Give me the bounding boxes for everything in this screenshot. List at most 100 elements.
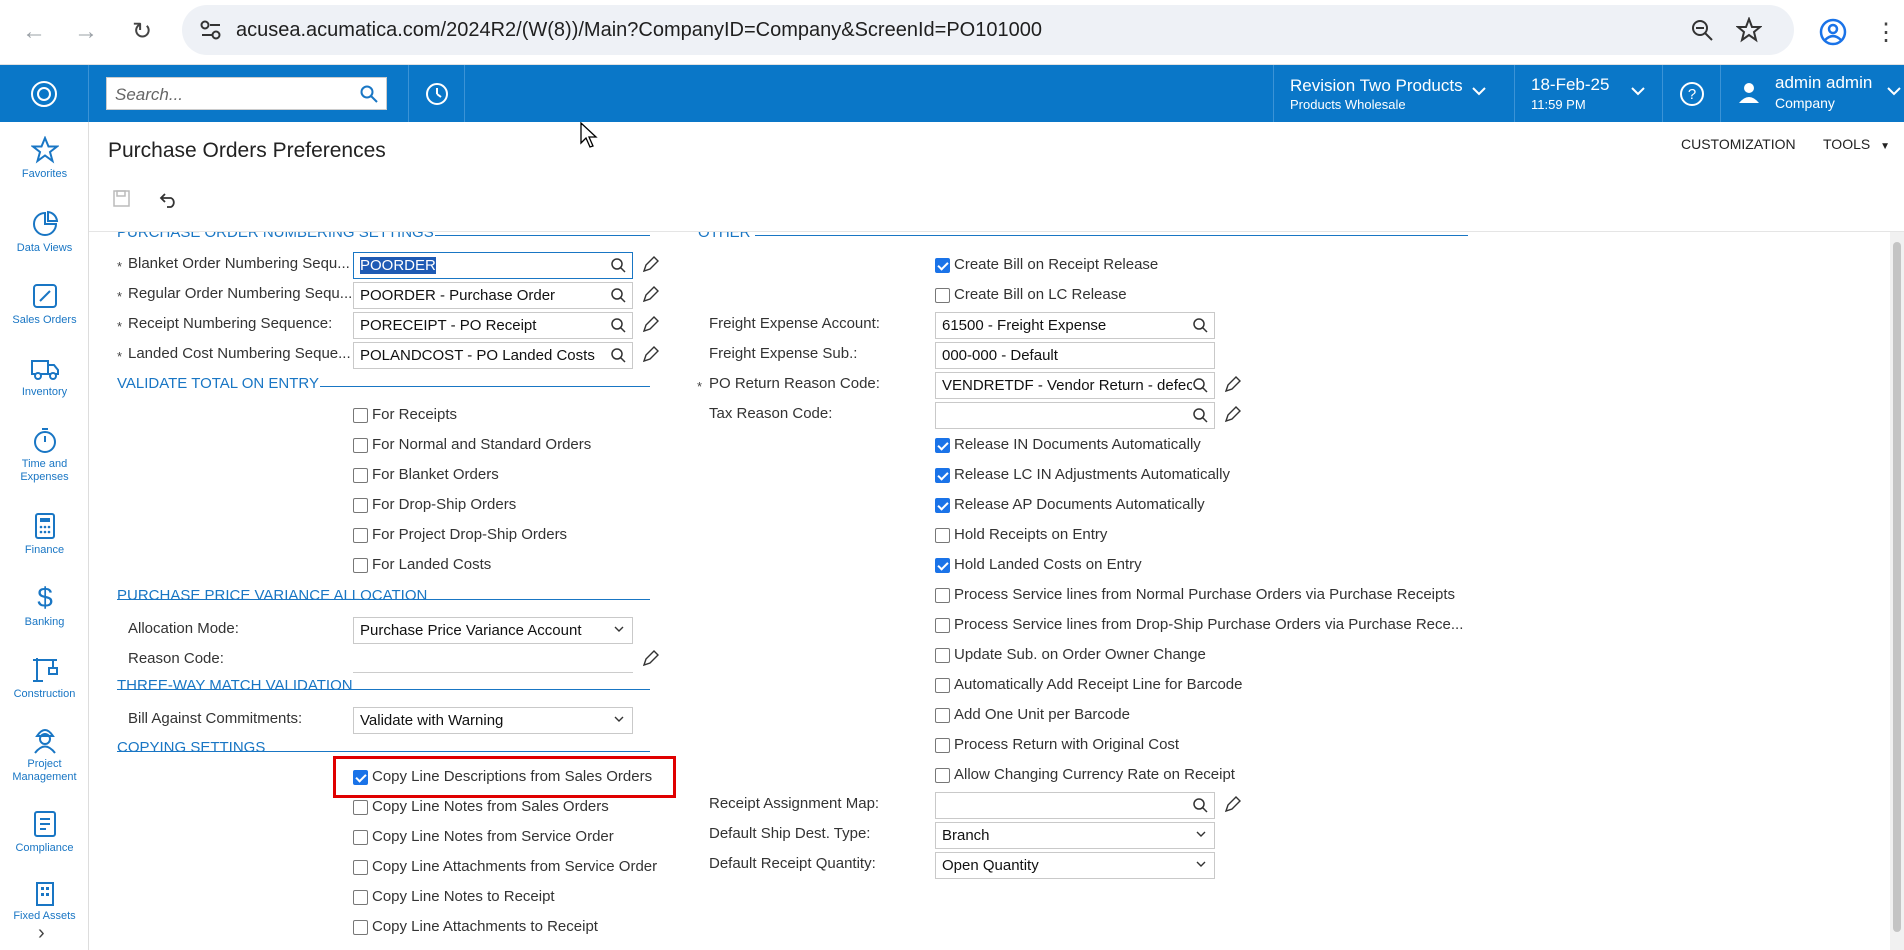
pencil-icon[interactable] (641, 316, 659, 334)
tools-menu[interactable]: TOOLS ▼ (1823, 136, 1890, 152)
pencil-icon[interactable] (641, 346, 659, 364)
nav-finance[interactable]: Finance (0, 512, 89, 557)
allocation-mode-select[interactable]: Purchase Price Variance Account (353, 617, 633, 644)
vertical-scrollbar[interactable] (1890, 232, 1904, 950)
caret-down-icon: ▼ (1880, 141, 1890, 152)
blanket-order-value: POORDER (360, 257, 436, 274)
nav-sales-orders[interactable]: Sales Orders (0, 282, 89, 327)
copy-line-notes-receipt-checkbox[interactable] (353, 890, 368, 905)
browser-menu-icon[interactable]: ⋮ (1874, 18, 1898, 47)
search-icon[interactable] (610, 257, 626, 273)
pencil-icon[interactable] (1223, 376, 1241, 394)
freight-account-field[interactable]: 61500 - Freight Expense (935, 312, 1215, 339)
back-arrow-icon[interactable]: ← (16, 14, 52, 50)
nav-banking[interactable]: $ Banking (0, 582, 89, 629)
release-ap-checkbox[interactable] (935, 498, 950, 513)
profile-icon[interactable] (1818, 17, 1848, 47)
truck-icon (30, 360, 59, 380)
copy-line-attach-service-checkbox[interactable] (353, 860, 368, 875)
tax-reason-field[interactable] (935, 402, 1215, 429)
freight-sub-field[interactable]: 000-000 - Default (935, 342, 1215, 369)
user-menu[interactable]: admin admin Company (1720, 65, 1904, 122)
copy-line-notes-service-checkbox[interactable] (353, 830, 368, 845)
pencil-icon[interactable] (1223, 406, 1241, 424)
receipt-numbering-field[interactable]: PORECEIPT - PO Receipt (353, 312, 633, 339)
page-title: Purchase Orders Preferences (108, 139, 386, 162)
search-icon[interactable] (1192, 317, 1208, 333)
add-one-unit-checkbox[interactable] (935, 708, 950, 723)
return-reason-field[interactable]: VENDRETDF - Vendor Return - defect (935, 372, 1215, 399)
search-icon[interactable] (610, 347, 626, 363)
date-selector[interactable]: 18-Feb-25 11:59 PM (1514, 65, 1662, 122)
copy-line-notes-so-checkbox[interactable] (353, 800, 368, 815)
hold-receipts-checkbox[interactable] (935, 528, 950, 543)
undo-icon[interactable] (159, 190, 179, 208)
auto-add-receipt-line-checkbox[interactable] (935, 678, 950, 693)
nav-favorites[interactable]: Favorites (0, 136, 89, 181)
forward-arrow-icon[interactable]: → (68, 14, 104, 50)
create-bill-receipt-checkbox[interactable] (935, 258, 950, 273)
save-icon[interactable] (113, 190, 131, 208)
landed-cost-numbering-field[interactable]: POLANDCOST - PO Landed Costs (353, 342, 633, 369)
nav-compliance[interactable]: Compliance (0, 810, 89, 855)
site-settings-icon[interactable] (200, 20, 222, 40)
search-box[interactable]: Search... (106, 77, 387, 110)
address-bar[interactable]: acusea.acumatica.com/2024R2/(W(8))/Main?… (182, 5, 1794, 55)
blanket-order-field[interactable]: POORDER (353, 252, 633, 279)
pencil-icon[interactable] (641, 286, 659, 304)
search-icon[interactable] (610, 317, 626, 333)
expand-nav-chevron-icon[interactable]: › (38, 922, 45, 945)
freight-account-value: 61500 - Freight Expense (942, 317, 1107, 334)
search-icon[interactable] (1192, 407, 1208, 423)
company-selector[interactable]: Revision Two Products Products Wholesale (1273, 65, 1514, 122)
nav-fixed-assets[interactable]: Fixed Assets (0, 880, 89, 922)
logo-area[interactable] (0, 65, 89, 122)
for-project-drop-ship-checkbox[interactable] (353, 528, 368, 543)
release-in-checkbox[interactable] (935, 438, 950, 453)
for-blanket-orders-label: For Blanket Orders (372, 466, 499, 483)
help-button[interactable]: ? (1662, 65, 1720, 122)
pencil-icon[interactable] (1223, 796, 1241, 814)
release-lc-in-checkbox[interactable] (935, 468, 950, 483)
nav-project-management[interactable]: Project Management (0, 724, 89, 784)
create-bill-lc-checkbox[interactable] (935, 288, 950, 303)
hold-landed-costs-checkbox[interactable] (935, 558, 950, 573)
search-icon[interactable] (610, 287, 626, 303)
copy-line-desc-checkbox[interactable] (353, 770, 368, 785)
allow-currency-rate-checkbox[interactable] (935, 768, 950, 783)
nav-data-views[interactable]: Data Views (0, 210, 89, 255)
assign-map-field[interactable] (935, 792, 1215, 819)
regular-order-field[interactable]: POORDER - Purchase Order (353, 282, 633, 309)
for-receipts-checkbox[interactable] (353, 408, 368, 423)
nav-inventory[interactable]: Inventory (0, 354, 89, 399)
pencil-icon[interactable] (641, 650, 659, 668)
receipt-qty-select[interactable]: Open Quantity (935, 852, 1215, 879)
search-input[interactable]: Search... (115, 85, 183, 105)
for-normal-orders-checkbox[interactable] (353, 438, 368, 453)
copy-line-attach-receipt-checkbox[interactable] (353, 920, 368, 935)
service-drop-ship-checkbox[interactable] (935, 618, 950, 633)
service-normal-po-checkbox[interactable] (935, 588, 950, 603)
ship-dest-select[interactable]: Branch (935, 822, 1215, 849)
for-blanket-orders-checkbox[interactable] (353, 468, 368, 483)
search-icon[interactable] (1192, 797, 1208, 813)
history-button[interactable] (408, 65, 465, 122)
reload-icon[interactable]: ↻ (124, 14, 160, 50)
for-landed-costs-checkbox[interactable] (353, 558, 368, 573)
process-return-original-cost-checkbox[interactable] (935, 738, 950, 753)
scrollbar-thumb[interactable] (1893, 242, 1901, 932)
bill-against-select[interactable]: Validate with Warning (353, 707, 633, 734)
nav-construction[interactable]: Construction (0, 654, 89, 701)
bookmark-star-icon[interactable] (1736, 17, 1762, 43)
left-navigation: Favorites Data Views Sales Orders Invent… (0, 122, 89, 950)
nav-time-expenses[interactable]: Time and Expenses (0, 426, 89, 484)
reason-code-field[interactable] (353, 672, 633, 673)
allow-currency-rate-label: Allow Changing Currency Rate on Receipt (954, 766, 1235, 783)
customization-menu[interactable]: CUSTOMIZATION (1681, 136, 1796, 152)
pencil-icon[interactable] (641, 256, 659, 274)
zoom-icon[interactable] (1690, 18, 1714, 42)
update-sub-checkbox[interactable] (935, 648, 950, 663)
search-icon[interactable] (1192, 377, 1208, 393)
for-drop-ship-checkbox[interactable] (353, 498, 368, 513)
search-icon[interactable] (360, 85, 378, 103)
